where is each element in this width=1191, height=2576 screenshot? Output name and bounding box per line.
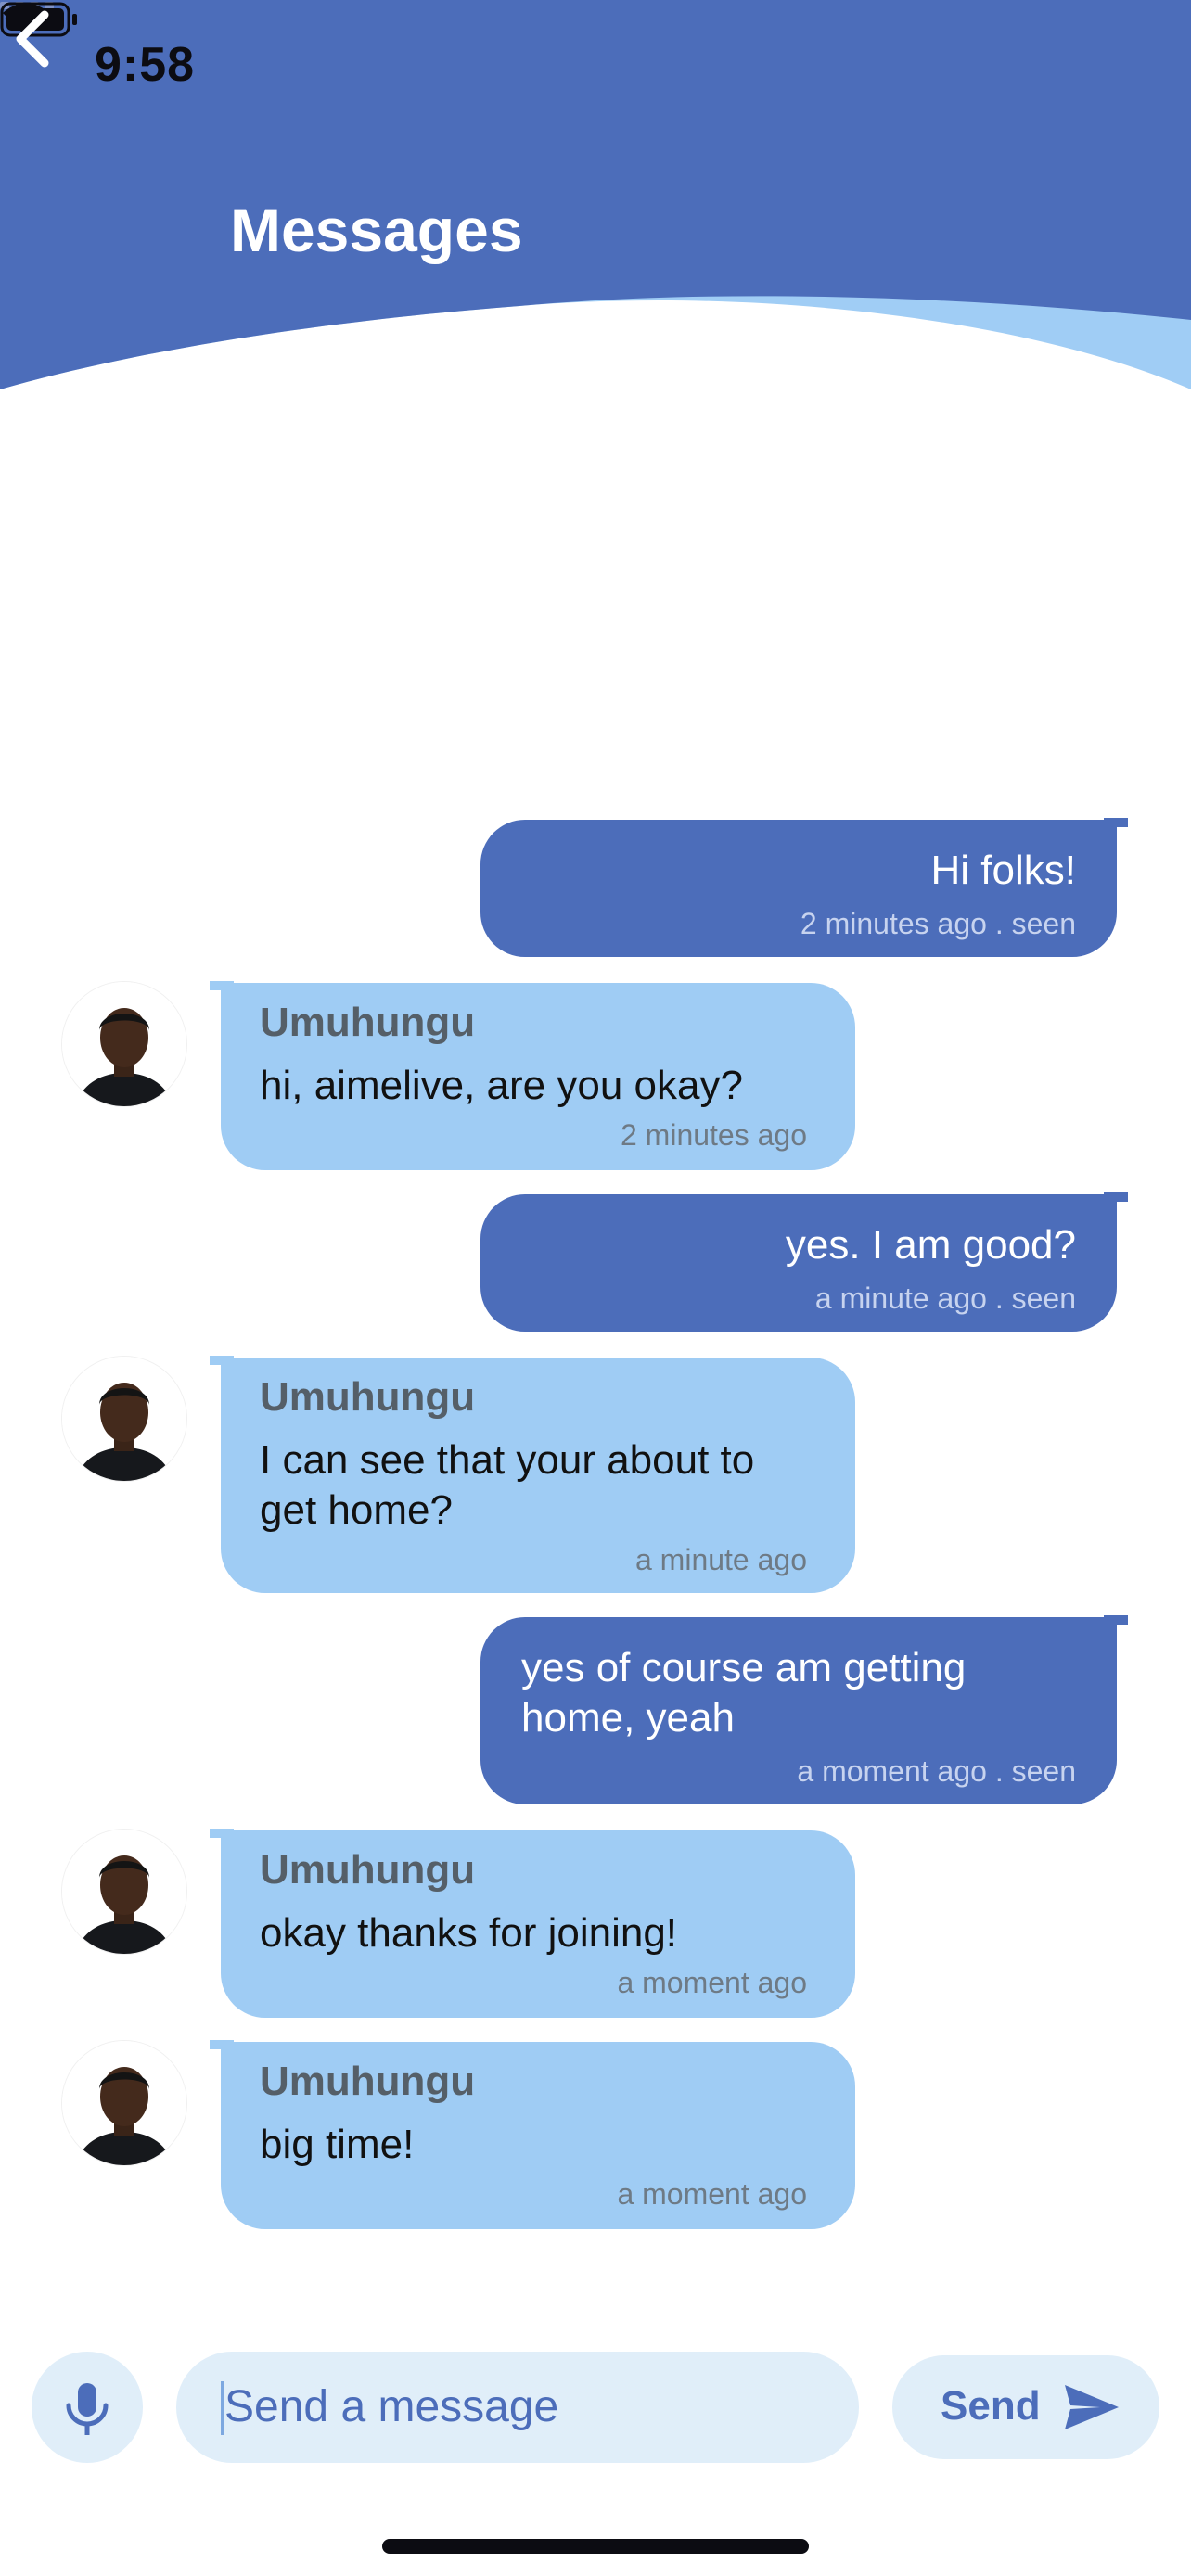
message-input-placeholder: Send a message [224, 2382, 559, 2431]
bubble-tail [210, 2040, 234, 2049]
incoming-message[interactable]: Umuhungu I can see that your about to ge… [210, 1356, 855, 1593]
message-meta: a moment ago [617, 2177, 807, 2211]
incoming-message[interactable]: Umuhungu okay thanks for joining! a mome… [210, 1829, 855, 2018]
message-text: I can see that your about to get home? [260, 1437, 755, 1533]
message-meta: a minute ago . seen [814, 1282, 1076, 1315]
microphone-button[interactable] [32, 2352, 143, 2463]
outgoing-message[interactable]: Hi folks! 2 minutes ago . seen [480, 818, 1128, 957]
bubble-tail [1104, 1615, 1128, 1625]
status-time: 9:58 [95, 38, 196, 92]
sender-name: Umuhungu [260, 1374, 476, 1420]
avatar[interactable] [61, 2040, 187, 2166]
message-meta: 2 minutes ago [620, 1118, 807, 1152]
bubble-tail [1104, 818, 1128, 827]
message-meta: 2 minutes ago . seen [800, 907, 1076, 940]
message-meta: a minute ago [634, 1543, 807, 1576]
avatar[interactable] [61, 1356, 187, 1482]
back-button[interactable] [0, 0, 65, 74]
avatar[interactable] [61, 1829, 187, 1955]
sender-name: Umuhungu [260, 1000, 476, 1045]
message-text: hi, aimelive, are you okay? [260, 1063, 743, 1108]
message-text: big time! [260, 2122, 415, 2167]
message-meta: a moment ago . seen [797, 1754, 1076, 1788]
message-text: Hi folks! [930, 848, 1076, 893]
page-title: Messages [230, 196, 523, 264]
sender-name: Umuhungu [260, 2059, 476, 2104]
incoming-message[interactable]: Umuhungu hi, aimelive, are you okay? 2 m… [210, 981, 855, 1170]
microphone-icon [66, 2383, 109, 2435]
message-text: yes of course am getting home, yeah [521, 1645, 967, 1741]
home-indicator [382, 2539, 809, 2554]
message-text: okay thanks for joining! [260, 1910, 678, 1956]
contact-photo [62, 2041, 186, 2165]
outgoing-message[interactable]: yes of course am getting home, yeah a mo… [480, 1615, 1128, 1804]
text-caret [221, 2381, 224, 2435]
sender-name: Umuhungu [260, 1847, 476, 1893]
message-text: yes. I am good? [785, 1222, 1076, 1268]
app-header: 9:58 Messages [0, 0, 1191, 399]
send-button[interactable]: Send [892, 2355, 1159, 2459]
avatar[interactable] [61, 981, 187, 1107]
contact-photo [62, 982, 186, 1106]
incoming-message[interactable]: Umuhungu big time! a moment ago [210, 2040, 855, 2229]
contact-photo [62, 1830, 186, 1954]
bubble-tail [1104, 1192, 1128, 1202]
contact-photo [62, 1357, 186, 1481]
bubble-tail [210, 1829, 234, 1838]
send-icon [1065, 2385, 1119, 2429]
bubble-tail [210, 981, 234, 990]
message-input[interactable]: Send a message [176, 2352, 859, 2463]
send-button-label: Send [941, 2383, 1041, 2429]
bubble-tail [210, 1356, 234, 1365]
outgoing-message[interactable]: yes. I am good? a minute ago . seen [480, 1192, 1128, 1332]
message-meta: a moment ago [617, 1966, 807, 1999]
